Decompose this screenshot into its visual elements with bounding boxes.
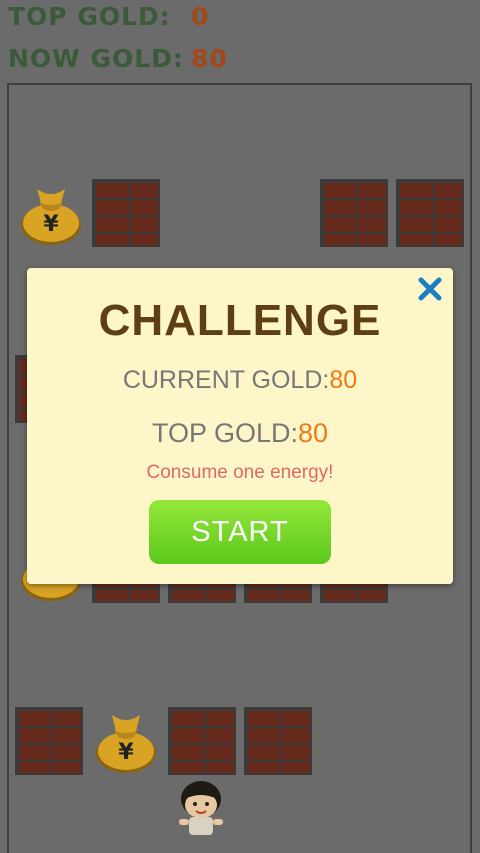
- challenge-dialog: CHALLENGE CURRENT GOLD:80 TOP GOLD:80 Co…: [27, 268, 453, 584]
- player-character[interactable]: [169, 775, 233, 839]
- dialog-title: CHALLENGE: [98, 296, 382, 345]
- svg-text:¥: ¥: [118, 740, 134, 765]
- svg-text:¥: ¥: [43, 212, 59, 237]
- top-gold-value: 0: [191, 2, 210, 31]
- dialog-top-gold-label: TOP GOLD:: [151, 418, 298, 448]
- dialog-top-gold-value: 80: [298, 418, 329, 448]
- current-gold-line: CURRENT GOLD:80: [27, 366, 453, 395]
- now-gold-label: NOW GOLD:: [8, 44, 184, 73]
- top-gold-line: TOP GOLD:80: [27, 418, 453, 449]
- brick-tile: [244, 707, 312, 775]
- now-gold-value: 80: [191, 44, 228, 73]
- top-gold-display: TOP GOLD: 0: [8, 2, 208, 31]
- brick-tile: [396, 179, 464, 247]
- energy-note: Consume one energy!: [146, 462, 334, 483]
- brick-tile: [320, 179, 388, 247]
- money-bag-icon: ¥: [21, 189, 81, 245]
- now-gold-display: NOW GOLD: 80: [8, 44, 227, 73]
- brick-tile: [92, 179, 160, 247]
- brick-tile: [15, 707, 83, 775]
- start-button[interactable]: START: [149, 500, 331, 564]
- money-bag-icon: ¥: [96, 715, 156, 773]
- current-gold-value: 80: [329, 366, 358, 394]
- current-gold-label: CURRENT GOLD:: [122, 366, 330, 394]
- brick-tile: [168, 707, 236, 775]
- top-gold-label: TOP GOLD:: [8, 2, 171, 31]
